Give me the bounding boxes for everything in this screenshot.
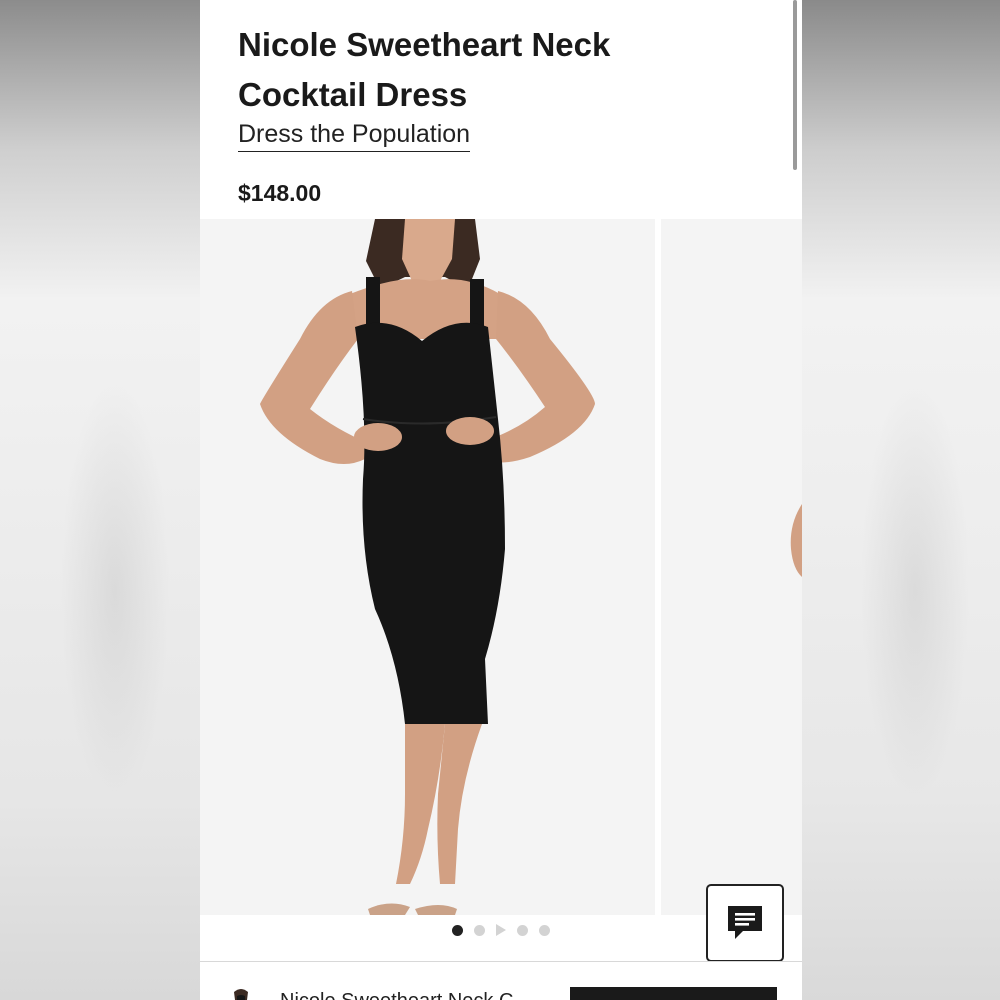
- blurred-backdrop-right: [800, 0, 1000, 1000]
- play-icon[interactable]: [496, 924, 506, 936]
- carousel-dot-4[interactable]: [517, 924, 528, 936]
- add-to-bag-button[interactable]: [570, 987, 777, 1000]
- product-title: Nicole Sweetheart Neck Cocktail Dress: [238, 20, 758, 120]
- carousel-dot-1[interactable]: [452, 924, 463, 936]
- blurred-backdrop-left: [0, 0, 200, 1000]
- sticky-product-name: Nicole Sweetheart Neck C: [280, 990, 513, 1000]
- product-price: $148.00: [238, 180, 322, 206]
- model-in-black-dress-image: [260, 219, 595, 915]
- brand-link[interactable]: Dress the Population: [238, 120, 471, 152]
- carousel-dot-2[interactable]: [474, 924, 485, 936]
- scrollbar[interactable]: [793, 0, 797, 170]
- product-title-line-2: Cocktail Dress: [238, 76, 468, 113]
- product-title-line-1: Nicole Sweetheart Neck: [238, 26, 611, 63]
- product-thumbnail[interactable]: [228, 988, 254, 1000]
- product-page[interactable]: Nicole Sweetheart Neck Cocktail Dress Dr…: [200, 0, 802, 1000]
- product-photo-main[interactable]: [200, 219, 655, 915]
- sticky-add-to-bag-bar: Nicole Sweetheart Neck C: [200, 961, 802, 1000]
- carousel-dot-5[interactable]: [539, 924, 550, 936]
- product-photo-next[interactable]: [661, 219, 802, 915]
- chat-icon: [728, 906, 762, 939]
- next-photo-preview-image: [790, 504, 802, 577]
- chat-button[interactable]: [706, 884, 784, 962]
- image-carousel[interactable]: [200, 219, 802, 915]
